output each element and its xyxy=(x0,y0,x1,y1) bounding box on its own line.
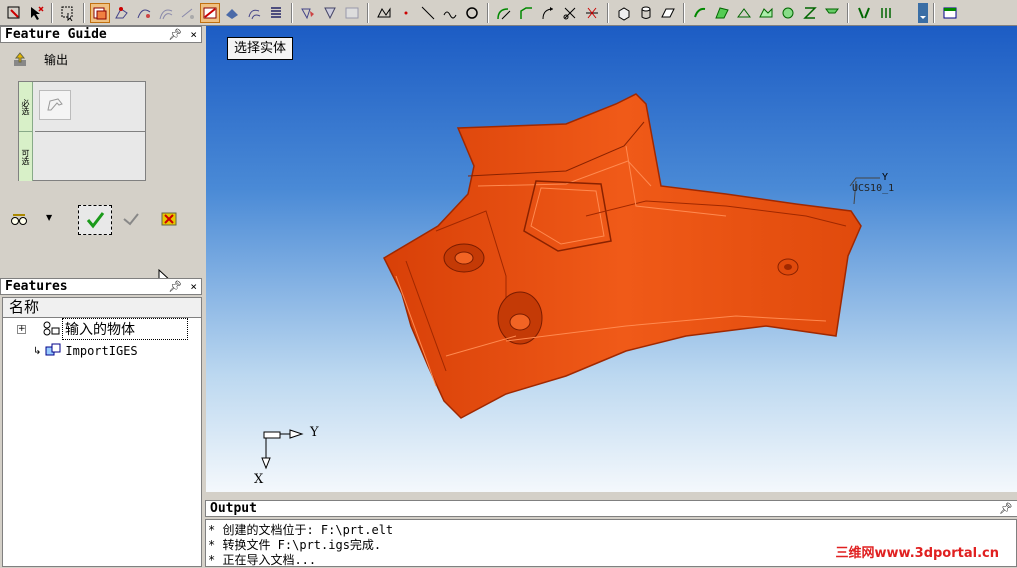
tree-item-import-iges[interactable]: ↳ ImportIGES xyxy=(3,340,201,362)
pin-icon[interactable]: 📌︎ xyxy=(168,28,182,41)
toolbar-separator xyxy=(487,2,489,23)
fillet-icon[interactable] xyxy=(494,3,514,23)
chevron-down-icon[interactable]: ▼ xyxy=(46,213,52,222)
cut-icon[interactable] xyxy=(560,3,580,23)
imported-part[interactable] xyxy=(206,26,1017,492)
select-box-icon[interactable] xyxy=(58,3,78,23)
polyline-icon[interactable] xyxy=(342,3,362,23)
optional-tab[interactable]: 可选 xyxy=(19,132,33,181)
apply-icon[interactable] xyxy=(122,211,140,230)
watermark: 三维网www.3dportal.cn xyxy=(835,546,999,561)
grid-icon[interactable] xyxy=(320,3,340,23)
feature-guide-body: 输出 必选 可选 ▼ xyxy=(0,43,202,290)
3d-viewport[interactable]: 选择实体 Y UCS10_1 Y X xyxy=(206,26,1017,492)
pin-icon[interactable]: 📌︎ xyxy=(999,502,1013,515)
move-icon[interactable] xyxy=(222,3,242,23)
output-row[interactable]: 输出 xyxy=(12,51,68,68)
tree-item-imported-body[interactable]: + 输入的物体 xyxy=(3,318,201,340)
toolbar-separator xyxy=(367,2,369,23)
list-icon[interactable] xyxy=(266,3,286,23)
draw-sketch-icon[interactable] xyxy=(112,3,132,23)
cylinder-icon[interactable] xyxy=(636,3,656,23)
output-titlebar: Output 📌︎ xyxy=(205,500,1017,517)
import-iges-icon xyxy=(45,343,61,360)
point-icon[interactable] xyxy=(396,3,416,23)
triad-y-label: Y xyxy=(310,425,319,440)
tree-item-label: 输入的物体 xyxy=(62,318,188,340)
toolbar-separator xyxy=(51,2,53,23)
section-icon[interactable] xyxy=(800,3,820,23)
mirror-icon[interactable] xyxy=(822,3,842,23)
triad-x-label: X xyxy=(254,472,264,487)
preview-glasses-icon[interactable] xyxy=(10,211,28,230)
polyline-icon[interactable] xyxy=(374,3,394,23)
scissors-icon[interactable] xyxy=(582,3,602,23)
toolbar-separator xyxy=(683,2,685,23)
required-slot[interactable] xyxy=(35,82,145,132)
feature-guide-title: Feature Guide xyxy=(5,27,107,42)
ok-check-button[interactable] xyxy=(78,205,112,235)
parting-icon[interactable] xyxy=(854,3,874,23)
fill-icon[interactable] xyxy=(298,3,318,23)
toolbar-separator xyxy=(933,2,935,23)
output-label: 输出 xyxy=(44,53,69,67)
circle-icon[interactable] xyxy=(462,3,482,23)
cancel-icon[interactable] xyxy=(160,211,178,230)
features-titlebar: Features 📌︎ × xyxy=(0,278,202,295)
view-triad[interactable] xyxy=(254,426,334,486)
arc-icon[interactable] xyxy=(440,3,460,23)
expander-icon[interactable]: + xyxy=(17,324,26,334)
toolbar-separator xyxy=(83,2,85,23)
ucs-label: UCS10_1 xyxy=(852,183,895,194)
export-icon xyxy=(14,51,26,66)
features-panel: Features 📌︎ × 名称 + 输入的物体 ↳ ImportIGES xyxy=(0,278,202,567)
pick-arrow-icon[interactable] xyxy=(26,3,46,23)
overflow-icon[interactable] xyxy=(918,2,928,23)
action-row: ▼ xyxy=(10,205,190,235)
feature-tree: 名称 + 输入的物体 ↳ ImportIGES xyxy=(2,297,202,567)
output-panel: Output 📌︎ * 创建的文档位于: F:\prt.elt * 转换文件 F… xyxy=(205,500,1017,567)
surface-icon[interactable] xyxy=(712,3,732,23)
window-icon[interactable] xyxy=(940,3,960,23)
loop-icon[interactable] xyxy=(156,3,176,23)
toolbar-separator xyxy=(847,2,849,23)
edge-select-icon[interactable] xyxy=(200,2,220,23)
close-icon[interactable]: × xyxy=(190,280,197,293)
selection-box: 必选 可选 xyxy=(18,81,146,181)
main-toolbar xyxy=(0,0,1017,26)
solid-select-icon[interactable] xyxy=(39,90,71,120)
parting-icon[interactable] xyxy=(876,3,896,23)
toolbar-separator xyxy=(291,2,293,23)
pin-icon[interactable]: 📌︎ xyxy=(168,280,182,293)
trim-icon[interactable] xyxy=(178,3,198,23)
feature-guide-titlebar: Feature Guide 📌︎ × xyxy=(0,26,202,43)
extrude-icon[interactable] xyxy=(658,3,678,23)
log-line: * 创建的文档位于: F:\prt.elt xyxy=(208,523,394,537)
column-header[interactable]: 名称 xyxy=(3,298,201,318)
features-title: Features xyxy=(5,279,68,294)
blend-icon[interactable] xyxy=(756,3,776,23)
output-title: Output xyxy=(210,501,257,516)
body-group-icon xyxy=(42,320,60,339)
chamfer-icon[interactable] xyxy=(516,3,536,23)
select-filter-icon[interactable] xyxy=(4,3,24,23)
required-tab[interactable]: 必选 xyxy=(19,82,33,132)
box-icon[interactable] xyxy=(614,3,634,23)
sweep-icon[interactable] xyxy=(690,3,710,23)
close-icon[interactable]: × xyxy=(190,28,197,41)
ucs-axis-y-label: Y xyxy=(882,172,889,183)
transform-icon[interactable] xyxy=(244,3,264,23)
shaded-mode-icon[interactable] xyxy=(90,2,110,23)
toolbar-separator xyxy=(607,2,609,23)
line-icon[interactable] xyxy=(418,3,438,23)
offset-icon[interactable] xyxy=(538,3,558,23)
patch-icon[interactable] xyxy=(734,3,754,23)
tree-item-label: ImportIGES xyxy=(65,344,138,358)
curve-tool-icon[interactable] xyxy=(134,3,154,23)
tree-connector-icon: ↳ xyxy=(33,345,42,357)
feature-guide-panel: Feature Guide 📌︎ × 输出 必选 可选 ▼ xyxy=(0,26,202,290)
loft-icon[interactable] xyxy=(778,3,798,23)
